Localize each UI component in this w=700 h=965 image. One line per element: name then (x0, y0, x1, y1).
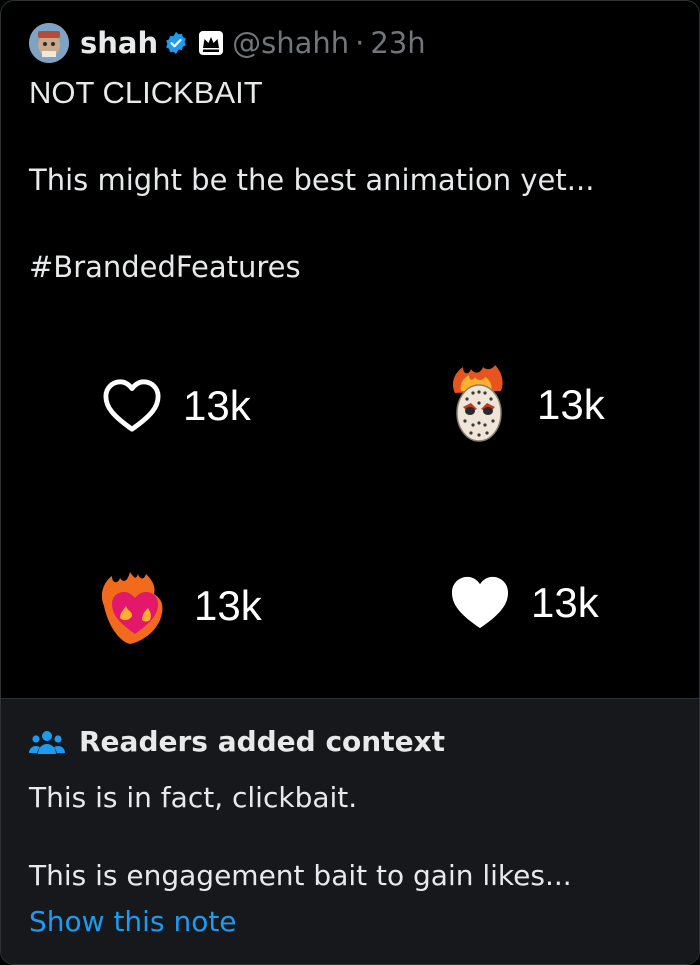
community-note-text: This is in fact, clickbait. (29, 781, 358, 814)
community-note-header: Readers added context (29, 725, 445, 758)
avatar[interactable] (29, 23, 69, 63)
community-note-text: This is engagement bait to gain likes... (29, 859, 572, 892)
stat-item[interactable]: 13k (101, 377, 251, 435)
post-header: shah @shahh · 23h (29, 23, 426, 63)
stat-item[interactable]: 13k (96, 566, 262, 646)
crown-affiliate-icon[interactable] (198, 30, 224, 56)
display-name[interactable]: shah (80, 26, 158, 60)
separator-dot: · (355, 26, 365, 60)
filled-heart-icon (451, 576, 509, 629)
hashtag-link[interactable]: #BrandedFeatures (29, 250, 301, 284)
stat-count: 13k (537, 381, 605, 428)
stat-item[interactable]: 13k (441, 363, 605, 447)
heart-on-fire-icon (101, 572, 163, 644)
post-text-line: NOT CLICKBAIT (29, 75, 263, 110)
post-time[interactable]: 23h (370, 26, 425, 60)
post-card[interactable]: shah @shahh · 23h NOT CLICKBAIT This mig… (0, 0, 700, 965)
stat-count: 13k (183, 382, 251, 429)
user-handle[interactable]: @shahh (232, 26, 349, 60)
post-text-line: This might be the best animation yet... (29, 163, 595, 197)
community-note[interactable]: Readers added context This is in fact, c… (1, 698, 699, 964)
stat-count: 13k (194, 582, 262, 629)
stat-count: 13k (531, 579, 599, 626)
people-group-icon (29, 730, 65, 754)
show-note-link[interactable]: Show this note (29, 905, 237, 938)
verified-badge-icon (164, 31, 188, 55)
hockey-mask-icon (452, 365, 503, 442)
stat-item[interactable]: 13k (449, 574, 599, 632)
community-note-title: Readers added context (79, 725, 446, 758)
heart-outline-icon (103, 379, 161, 432)
